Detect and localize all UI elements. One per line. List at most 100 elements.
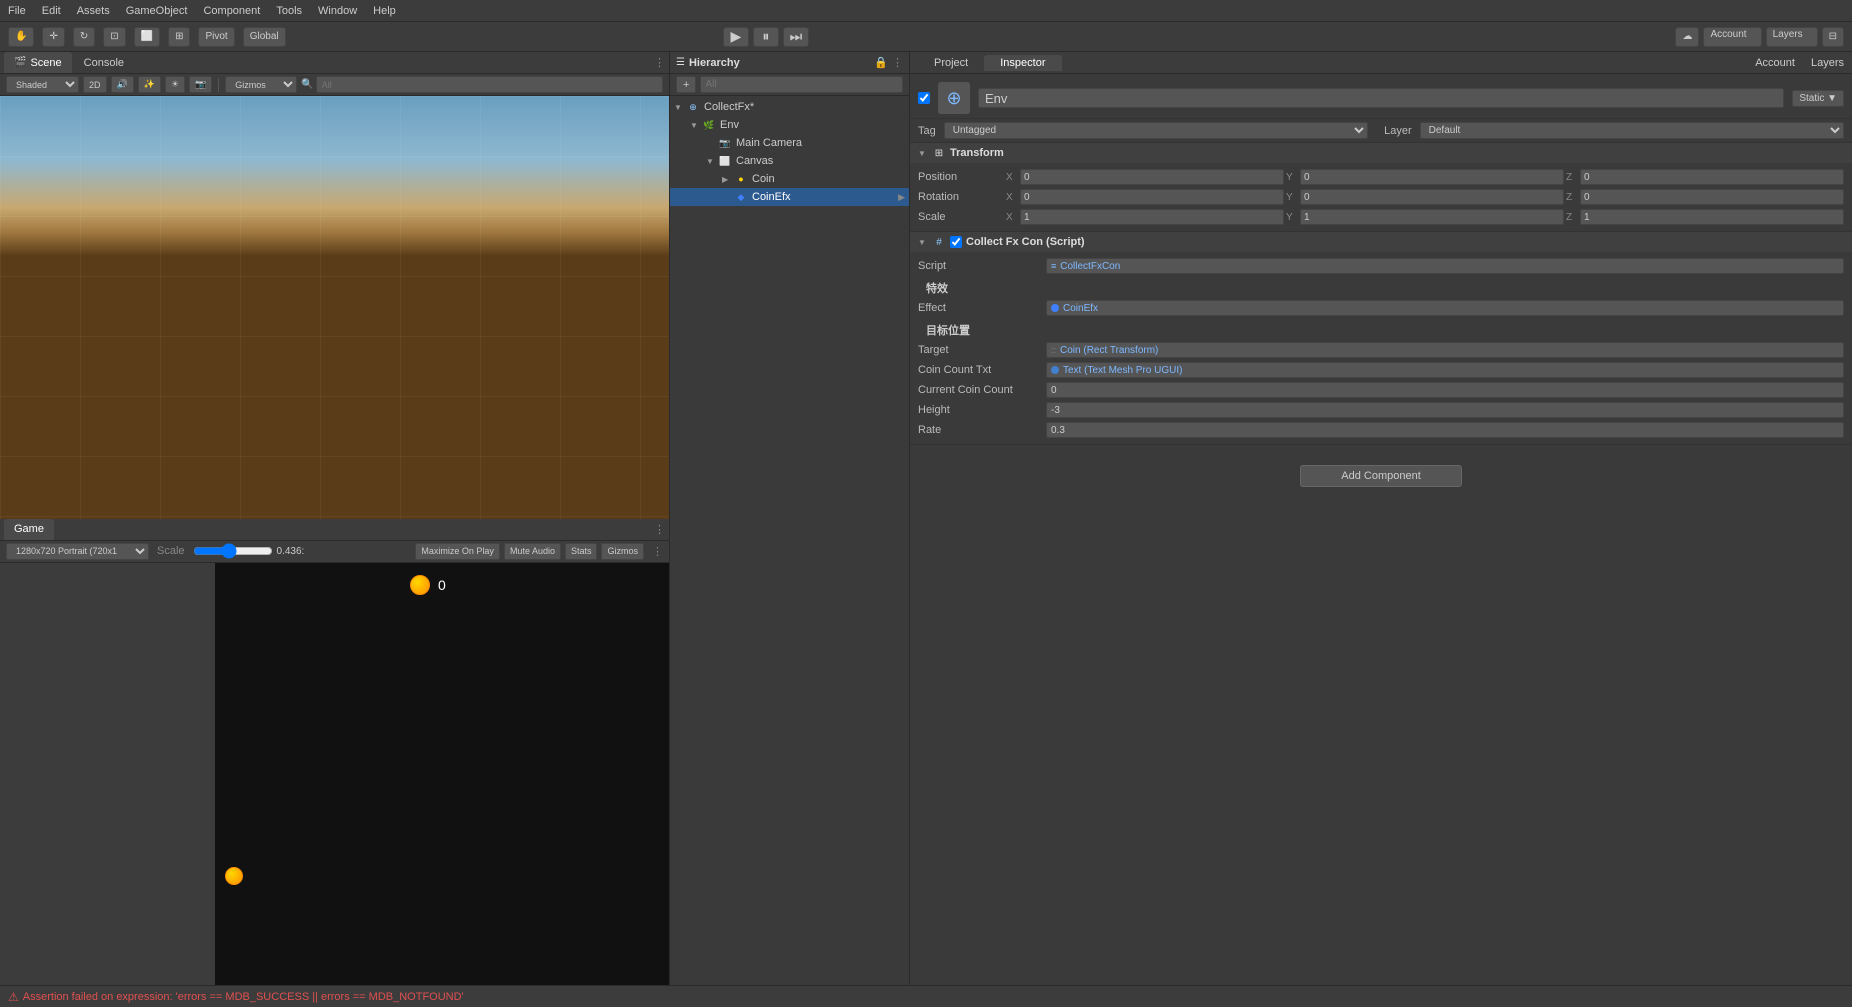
layer-dropdown[interactable]: Default: [1420, 122, 1844, 139]
rotation-y-input[interactable]: [1300, 189, 1564, 205]
add-component-btn[interactable]: Add Component: [1300, 465, 1462, 487]
scale-y-input[interactable]: [1300, 209, 1564, 225]
coin-top-hud: 0: [410, 575, 446, 595]
position-y-input[interactable]: [1300, 169, 1564, 185]
game-panel-menu[interactable]: ⋮: [654, 523, 665, 536]
stats-btn[interactable]: Stats: [565, 543, 598, 560]
hierarchy-lock[interactable]: 🔒: [874, 56, 888, 69]
move-tool-btn[interactable]: ✛: [42, 27, 64, 47]
scene-toolbar: Shaded 2D 🔊 ✨ ☀ 📷 Gizmos 🔍: [0, 74, 669, 96]
transform-name: Transform: [950, 147, 1004, 159]
pivot-btn[interactable]: Pivot: [198, 27, 234, 47]
scale-tool-btn[interactable]: ⊡: [103, 27, 125, 47]
account-dropdown[interactable]: Account: [1703, 27, 1761, 47]
menu-assets[interactable]: Assets: [77, 5, 110, 17]
rotation-row: Rotation X Y Z: [918, 187, 1844, 207]
position-z-input[interactable]: [1580, 169, 1844, 185]
main-area: 🎬 Scene Console ⋮ Shaded 2D 🔊 ✨ ☀ 📷 Gizm…: [0, 52, 1852, 985]
scene-search-input[interactable]: [316, 76, 663, 93]
step-btn[interactable]: ⏭: [783, 27, 809, 47]
transform-tool-btn[interactable]: ⊞: [168, 27, 190, 47]
scale-slider[interactable]: [193, 543, 273, 559]
script-ref[interactable]: ≡ CollectFxCon: [1046, 258, 1844, 274]
shaded-dropdown[interactable]: Shaded: [6, 76, 79, 93]
transform-icon: ⊞: [932, 146, 946, 160]
hierarchy-item-collectfx[interactable]: ▼ ⊕ CollectFx*: [670, 98, 909, 116]
fx-btn[interactable]: ✨: [138, 76, 161, 93]
target-ref[interactable]: :: Coin (Rect Transform): [1046, 342, 1844, 358]
collab-btn[interactable]: ☁: [1675, 27, 1699, 47]
pause-btn[interactable]: ⏸: [753, 27, 779, 47]
script-header[interactable]: ▼ # Collect Fx Con (Script): [910, 232, 1852, 252]
layout-btn[interactable]: ⊟: [1822, 27, 1844, 47]
inspector-top: ⊕ Static ▼: [910, 78, 1852, 119]
project-tab[interactable]: Project: [918, 55, 984, 71]
hierarchy-item-coin[interactable]: ▶ ● Coin: [670, 170, 909, 188]
hierarchy-menu[interactable]: ⋮: [892, 56, 903, 69]
position-x-input[interactable]: [1020, 169, 1284, 185]
menu-window[interactable]: Window: [318, 5, 357, 17]
static-btn[interactable]: Static ▼: [1792, 90, 1844, 107]
rotation-x-input[interactable]: [1020, 189, 1284, 205]
scale-z-input[interactable]: [1580, 209, 1844, 225]
obj-active-checkbox[interactable]: [918, 92, 930, 104]
hierarchy-item-maincamera[interactable]: 📷 Main Camera: [670, 134, 909, 152]
scene-tab[interactable]: 🎬 Scene: [4, 52, 72, 73]
menu-edit[interactable]: Edit: [42, 5, 61, 17]
menu-file[interactable]: File: [8, 5, 26, 17]
label-coin: Coin: [752, 173, 775, 185]
game-toolbar: 1280x720 Portrait (720x1 Scale 0.436: Ma…: [0, 541, 669, 563]
coin-count-txt-ref[interactable]: Text (Text Mesh Pro UGUI): [1046, 362, 1844, 378]
coinefx-arrow: ▶: [898, 192, 905, 203]
scale-x-input[interactable]: [1020, 209, 1284, 225]
2d-btn[interactable]: 2D: [83, 76, 107, 93]
inspector-tab[interactable]: Inspector: [984, 55, 1061, 71]
menu-help[interactable]: Help: [373, 5, 396, 17]
game-gizmos-btn[interactable]: Gizmos: [601, 543, 644, 560]
scene-tab-label: Scene: [30, 57, 61, 69]
hand-tool-btn[interactable]: ✋: [8, 27, 34, 47]
console-tab[interactable]: Console: [74, 52, 134, 73]
rotate-tool-btn[interactable]: ↻: [73, 27, 95, 47]
play-btn[interactable]: ▶: [723, 27, 749, 47]
menu-component[interactable]: Component: [203, 5, 260, 17]
hierarchy-item-env[interactable]: ▼ 🌿 Env: [670, 116, 909, 134]
scene-view[interactable]: [0, 96, 669, 519]
layers-tab[interactable]: Layers: [1811, 57, 1844, 69]
scene-cam-btn[interactable]: 📷: [189, 76, 212, 93]
gizmos-dropdown[interactable]: Gizmos: [225, 76, 297, 93]
hierarchy-item-coinefx[interactable]: ◆ CoinEfx ▶: [670, 188, 909, 206]
hierarchy-search-input[interactable]: [700, 76, 903, 93]
audio-btn[interactable]: 🔊: [111, 76, 134, 93]
maximize-on-play-btn[interactable]: Maximize On Play: [415, 543, 500, 560]
rate-input[interactable]: [1046, 422, 1844, 438]
hierarchy-item-canvas[interactable]: ▼ ⬜ Canvas: [670, 152, 909, 170]
global-btn[interactable]: Global: [243, 27, 286, 47]
layers-dropdown[interactable]: Layers: [1766, 27, 1818, 47]
tag-dropdown[interactable]: Untagged: [944, 122, 1368, 139]
script-enabled-checkbox[interactable]: [950, 236, 962, 248]
mute-audio-btn[interactable]: Mute Audio: [504, 543, 561, 560]
menu-tools[interactable]: Tools: [276, 5, 302, 17]
resolution-dropdown[interactable]: 1280x720 Portrait (720x1: [6, 543, 149, 560]
game-tab[interactable]: Game: [4, 519, 54, 540]
current-coin-input[interactable]: [1046, 382, 1844, 398]
add-component-area: Add Component: [910, 445, 1852, 507]
scene-lighting-btn[interactable]: ☀: [165, 76, 185, 93]
game-view[interactable]: 0: [0, 563, 669, 986]
scale-label: Scale: [157, 545, 185, 557]
height-input[interactable]: [1046, 402, 1844, 418]
menu-gameobject[interactable]: GameObject: [126, 5, 188, 17]
effect-ref[interactable]: CoinEfx: [1046, 300, 1844, 316]
game-panel-options[interactable]: ⋮: [652, 545, 663, 558]
obj-name-field[interactable]: [978, 88, 1784, 108]
hierarchy-add-btn[interactable]: +: [676, 76, 696, 93]
rect-tool-btn[interactable]: ⬜: [134, 27, 160, 47]
hierarchy-content[interactable]: ▼ ⊕ CollectFx* ▼ 🌿 Env 📷 Main Camera ▼ ⬜…: [670, 96, 909, 985]
scene-panel-menu[interactable]: ⋮: [654, 56, 665, 69]
transform-header[interactable]: ▼ ⊞ Transform: [910, 143, 1852, 163]
rotation-z-input[interactable]: [1580, 189, 1844, 205]
account-tab[interactable]: Account: [1755, 57, 1795, 69]
scale-y-field: Y: [1286, 209, 1564, 225]
target-row: Target :: Coin (Rect Transform): [918, 340, 1844, 360]
